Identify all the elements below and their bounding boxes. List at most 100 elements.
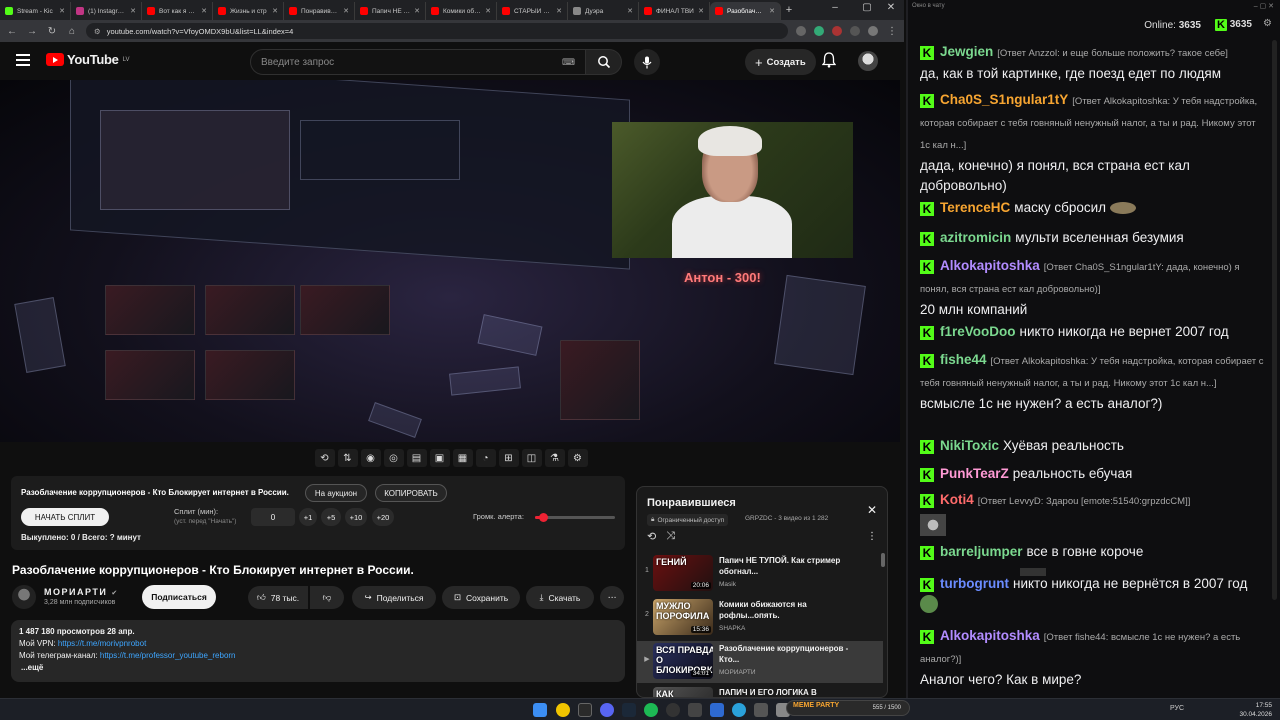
increment-1-button[interactable]: +1	[299, 508, 317, 526]
telegram-link[interactable]: https://t.me/professor_youtube_reborn	[100, 651, 236, 660]
file-explorer-icon[interactable]	[578, 703, 592, 717]
extension-icon[interactable]	[814, 26, 824, 36]
browser-tab[interactable]: СТАРЫЙ ЕСА ✕	[497, 2, 568, 20]
playlist-item[interactable]: 2 МУЖЛО ПОРОФИЛА 15:36 Комики обижаются на …	[637, 597, 883, 639]
home-icon[interactable]: ⌂	[66, 26, 78, 37]
clock[interactable]: 17:55 30.04.2026	[1239, 701, 1272, 719]
more-actions-button[interactable]: ⋯	[600, 586, 624, 609]
keyboard-icon[interactable]: ⌨	[562, 57, 575, 68]
playlist-item[interactable]: 1 ГЕНИЙ 20:06 Папич НЕ ТУПОЙ. Как стример о…	[637, 553, 883, 595]
chat-username[interactable]: Jewgien	[940, 44, 993, 59]
reload-icon[interactable]: ↻	[46, 26, 58, 37]
sort-icon[interactable]: ⇅	[337, 449, 358, 467]
increment-5-button[interactable]: +5	[321, 508, 341, 526]
new-tab-icon[interactable]: +	[781, 4, 797, 16]
url-field[interactable]: ⚙ youtube.com/watch?v=VfoyOMDX9bU&list=L…	[86, 23, 788, 39]
start-icon[interactable]	[533, 703, 547, 717]
image-icon[interactable]: ▣	[429, 449, 450, 467]
tab-close-icon[interactable]: ✕	[59, 7, 65, 15]
browser-tab[interactable]: (1) Instagram ✕	[71, 2, 142, 20]
browser-tab[interactable]: Папич НЕ ТУ ✕	[355, 2, 426, 20]
shuffle-icon[interactable]: ⤨	[666, 530, 675, 543]
input-language[interactable]: РУС	[1170, 705, 1184, 712]
close-icon[interactable]: ✕	[867, 503, 877, 517]
app-icon[interactable]	[688, 703, 702, 717]
telegram-icon[interactable]	[732, 703, 746, 717]
camera-icon[interactable]: ◫	[521, 449, 542, 467]
chrome-icon[interactable]	[556, 703, 570, 717]
more-vert-icon[interactable]: ⋮	[867, 531, 877, 542]
alert-volume-slider[interactable]	[535, 513, 615, 522]
subscribe-button[interactable]: Подписаться	[142, 585, 216, 609]
chat-window-controls[interactable]: – ▢ ✕	[1254, 2, 1274, 10]
discord-icon[interactable]	[600, 703, 614, 717]
playlist-item[interactable]: 4КАКПАПИЧ И ЕГО ЛОГИКА В	[637, 685, 883, 697]
browser-tab[interactable]: Дуэра ✕	[568, 2, 639, 20]
alert-volume-handle[interactable]	[539, 513, 548, 522]
like-button[interactable]: 👍︎ 78 тыс.	[248, 586, 308, 609]
chat-username[interactable]: TerenceHC	[940, 200, 1010, 215]
extension-icon[interactable]	[832, 26, 842, 36]
playlist-title[interactable]: Понравившиеся	[647, 497, 736, 509]
gear-icon[interactable]: ⚙	[567, 449, 588, 467]
channel-avatar[interactable]	[12, 585, 36, 609]
tab-close-icon[interactable]: ✕	[698, 7, 704, 15]
steam-icon[interactable]	[622, 703, 636, 717]
browser-tab[interactable]: Понравивши ✕	[284, 2, 355, 20]
eye-icon[interactable]: ◎	[383, 449, 404, 467]
chat-username[interactable]: fishe44	[940, 352, 987, 367]
video-player[interactable]: Антон - 300!	[0, 80, 900, 442]
chat-username[interactable]: f1reVooDoo	[940, 324, 1016, 339]
vpn-link[interactable]: https://t.me/morivpnrobot	[58, 639, 146, 648]
chat-username[interactable]: barreljumper	[940, 544, 1023, 559]
notifications-button[interactable]	[821, 52, 837, 73]
browser-tab[interactable]: Вот как я Рос ✕	[142, 2, 213, 20]
plus-box-icon[interactable]: ⊞	[498, 449, 519, 467]
profile-icon[interactable]	[868, 26, 878, 36]
browser-tab[interactable]: Комики обиж ✕	[426, 2, 497, 20]
start-split-button[interactable]: НАЧАТЬ СПЛИТ	[21, 508, 109, 526]
tab-close-icon[interactable]: ✕	[343, 7, 349, 15]
loop-icon[interactable]: ⟲	[647, 530, 656, 543]
chat-username[interactable]: NikiToxic	[940, 438, 999, 453]
increment-20-button[interactable]: +20	[372, 508, 394, 526]
browser-tab[interactable]: Разоблачени ✕	[710, 2, 781, 20]
back-icon[interactable]: ←	[6, 26, 18, 37]
save-button[interactable]: ⊡ Сохранить	[442, 586, 520, 609]
playlist-scrollbar[interactable]	[881, 553, 885, 567]
settings-icon[interactable]: ⚙	[1263, 18, 1272, 29]
grid-icon[interactable]: ▦	[452, 449, 473, 467]
download-icon[interactable]	[850, 26, 860, 36]
forward-icon[interactable]: →	[26, 26, 38, 37]
tab-close-icon[interactable]: ✕	[272, 7, 278, 15]
tab-close-icon[interactable]: ✕	[130, 7, 136, 15]
show-more-link[interactable]: ...ещё	[19, 662, 617, 674]
split-minutes-input[interactable]: 0	[251, 508, 295, 526]
create-button[interactable]: + Создать	[745, 49, 816, 75]
channel-name[interactable]: МОРИАРТИ ✔	[44, 587, 119, 597]
clapper-icon[interactable]: ▤	[406, 449, 427, 467]
account-avatar[interactable]	[858, 51, 878, 71]
broadcast-icon[interactable]: ◉	[360, 449, 381, 467]
app-icon[interactable]	[710, 703, 724, 717]
chat-username[interactable]: Koti4	[940, 492, 974, 507]
site-info-icon[interactable]: ⚙	[94, 27, 101, 36]
chat-username[interactable]: Alkokapitoshka	[940, 258, 1040, 273]
playlist-item[interactable]: ▶ ВСЯ ПРАВДА О БЛОКИРОВКЕ 34:01 Разоблачени…	[637, 641, 883, 683]
browser-tab[interactable]: Жизнь и стр ✕	[213, 2, 284, 20]
loop-icon[interactable]: ⟲	[314, 449, 335, 467]
on-auction-button[interactable]: На аукцион	[305, 484, 367, 502]
spotify-icon[interactable]	[644, 703, 658, 717]
app-icon[interactable]	[754, 703, 768, 717]
tab-close-icon[interactable]: ✕	[627, 7, 633, 15]
tab-close-icon[interactable]: ✕	[485, 7, 491, 15]
chat-username[interactable]: turbogrunt	[940, 576, 1009, 591]
close-window-icon[interactable]: ✕	[880, 2, 902, 13]
dislike-button[interactable]: 👎︎	[310, 586, 344, 609]
search-button[interactable]	[586, 49, 622, 75]
obs-icon[interactable]	[666, 703, 680, 717]
chat-username[interactable]: Alkokapitoshka	[940, 628, 1040, 643]
browser-tab[interactable]: Stream - Kic ✕	[0, 2, 71, 20]
tab-close-icon[interactable]: ✕	[201, 7, 207, 15]
chat-username[interactable]: Cha0S_S1ngular1tY	[940, 92, 1068, 107]
